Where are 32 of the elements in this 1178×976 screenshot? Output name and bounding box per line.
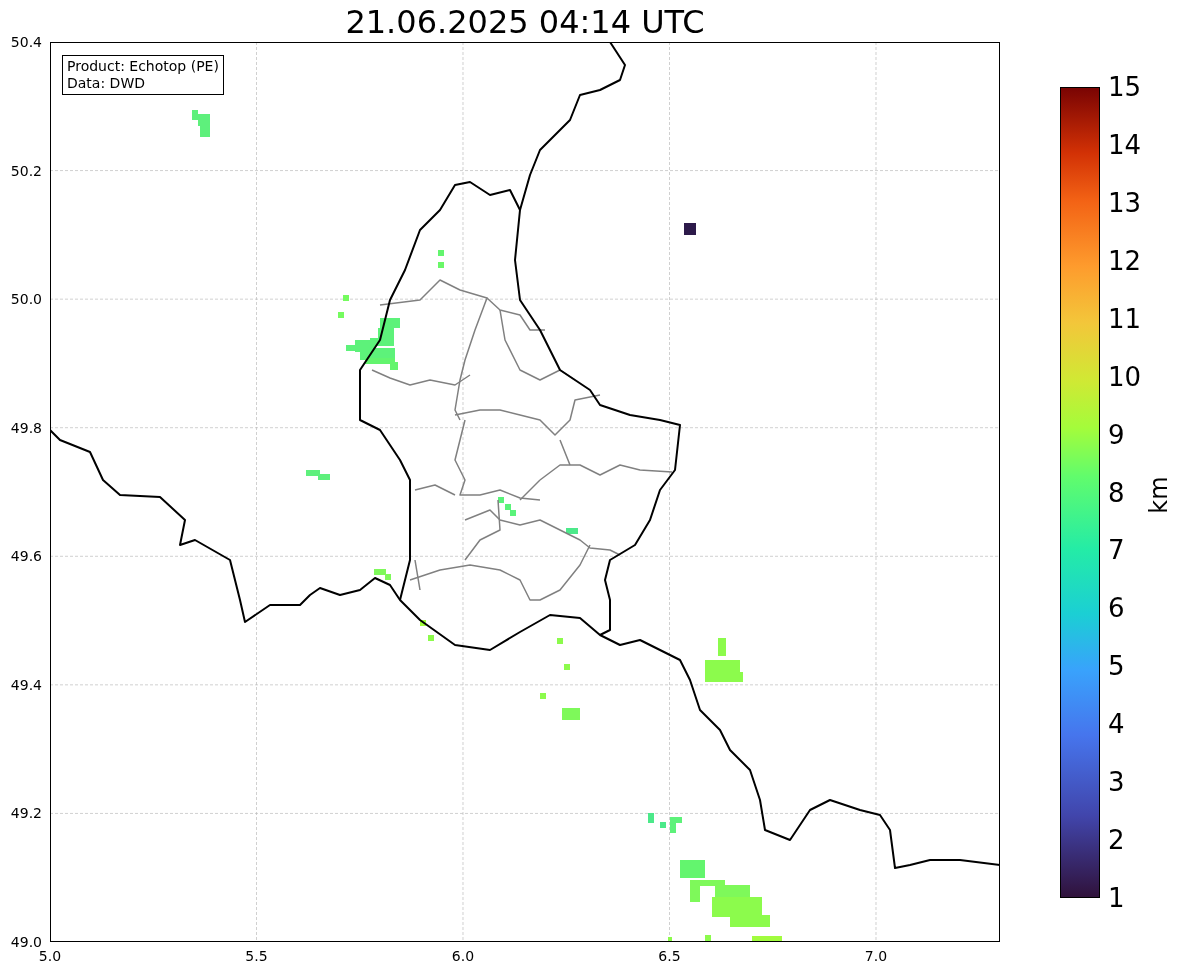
colorbar-tick-label: 7 (1108, 535, 1125, 566)
colorbar-tick-label: 2 (1108, 825, 1125, 856)
y-tick-label: 49.8 (10, 419, 42, 436)
colorbar-tick-label: 5 (1108, 651, 1125, 682)
y-tick-label: 50.0 (10, 291, 42, 308)
colorbar-tick-label: 1 (1108, 883, 1125, 913)
y-tick-label: 49.6 (10, 548, 42, 565)
x-tick-label: 6.0 (451, 948, 475, 964)
colorbar-tick-label: 14 (1108, 129, 1142, 160)
x-tick-label: 5.5 (245, 948, 268, 964)
colorbar-tick-label: 13 (1108, 187, 1142, 218)
colorbar-tick-label: 12 (1108, 245, 1142, 276)
x-tick-label: 5.0 (38, 948, 62, 964)
y-tick-label: 49.4 (10, 676, 42, 693)
y-tick-label: 49.2 (10, 805, 42, 822)
colorbar-tick-label: 15 (1108, 72, 1142, 102)
x-tick-label: 6.5 (658, 948, 681, 964)
legend-text: Product: Echotop (PE) (67, 58, 219, 75)
colorbar-tick-label: 6 (1108, 593, 1125, 624)
colorbar-tick-label: 10 (1108, 361, 1142, 392)
legend-text: Data: DWD (67, 75, 146, 92)
colorbar-tick-label: 8 (1108, 477, 1125, 508)
y-tick-label: 50.2 (10, 162, 42, 179)
y-tick-label: 49.0 (10, 934, 42, 950)
colorbar-tick-label: 11 (1108, 303, 1142, 334)
colorbar-tick-label: 3 (1108, 767, 1125, 798)
colorbar-label: km (1144, 476, 1173, 514)
colorbar-tick-label: 4 (1108, 709, 1125, 740)
chart-title: 21.06.2025 04:14 UTC (345, 3, 705, 41)
x-tick-label: 7.0 (864, 948, 888, 964)
colorbar-tick-label: 9 (1108, 419, 1125, 450)
y-tick-label: 50.4 (10, 34, 42, 50)
